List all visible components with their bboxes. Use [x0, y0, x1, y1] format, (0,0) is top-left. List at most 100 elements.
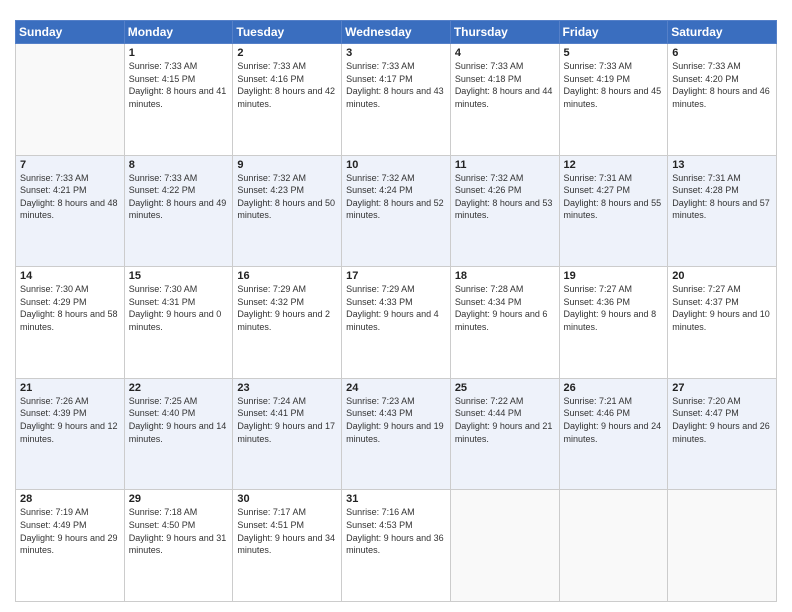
day-number: 21 — [20, 382, 120, 394]
sunrise-text: Sunrise: 7:31 AM — [564, 173, 633, 183]
page: SundayMondayTuesdayWednesdayThursdayFrid… — [0, 0, 792, 612]
sunrise-text: Sunrise: 7:33 AM — [564, 61, 633, 71]
day-info: Sunrise: 7:25 AM Sunset: 4:40 PM Dayligh… — [129, 395, 229, 445]
header — [15, 10, 777, 14]
sunrise-text: Sunrise: 7:28 AM — [455, 284, 524, 294]
sunrise-text: Sunrise: 7:31 AM — [672, 173, 741, 183]
calendar-cell: 22 Sunrise: 7:25 AM Sunset: 4:40 PM Dayl… — [124, 378, 233, 490]
calendar-cell: 5 Sunrise: 7:33 AM Sunset: 4:19 PM Dayli… — [559, 44, 668, 156]
sunset-text: Sunset: 4:24 PM — [346, 185, 413, 195]
day-info: Sunrise: 7:33 AM Sunset: 4:20 PM Dayligh… — [672, 60, 772, 110]
daylight-text: Daylight: 9 hours and 17 minutes. — [237, 421, 335, 444]
daylight-text: Daylight: 8 hours and 53 minutes. — [455, 198, 553, 221]
day-info: Sunrise: 7:17 AM Sunset: 4:51 PM Dayligh… — [237, 506, 337, 556]
calendar-cell: 28 Sunrise: 7:19 AM Sunset: 4:49 PM Dayl… — [16, 490, 125, 602]
day-info: Sunrise: 7:33 AM Sunset: 4:19 PM Dayligh… — [564, 60, 664, 110]
day-number: 3 — [346, 47, 446, 59]
daylight-text: Daylight: 8 hours and 48 minutes. — [20, 198, 118, 221]
col-header-friday: Friday — [559, 21, 668, 44]
sunrise-text: Sunrise: 7:27 AM — [672, 284, 741, 294]
day-number: 7 — [20, 159, 120, 171]
daylight-text: Daylight: 8 hours and 49 minutes. — [129, 198, 227, 221]
sunrise-text: Sunrise: 7:29 AM — [237, 284, 306, 294]
sunset-text: Sunset: 4:26 PM — [455, 185, 522, 195]
logo — [15, 10, 45, 14]
calendar-cell: 14 Sunrise: 7:30 AM Sunset: 4:29 PM Dayl… — [16, 267, 125, 379]
daylight-text: Daylight: 8 hours and 55 minutes. — [564, 198, 662, 221]
day-number: 28 — [20, 493, 120, 505]
day-number: 1 — [129, 47, 229, 59]
calendar-week-0: 1 Sunrise: 7:33 AM Sunset: 4:15 PM Dayli… — [16, 44, 777, 156]
daylight-text: Daylight: 9 hours and 0 minutes. — [129, 309, 222, 332]
sunrise-text: Sunrise: 7:24 AM — [237, 396, 306, 406]
calendar-cell: 30 Sunrise: 7:17 AM Sunset: 4:51 PM Dayl… — [233, 490, 342, 602]
day-info: Sunrise: 7:23 AM Sunset: 4:43 PM Dayligh… — [346, 395, 446, 445]
day-number: 29 — [129, 493, 229, 505]
day-info: Sunrise: 7:24 AM Sunset: 4:41 PM Dayligh… — [237, 395, 337, 445]
calendar-cell: 12 Sunrise: 7:31 AM Sunset: 4:27 PM Dayl… — [559, 155, 668, 267]
day-info: Sunrise: 7:32 AM Sunset: 4:24 PM Dayligh… — [346, 172, 446, 222]
daylight-text: Daylight: 9 hours and 21 minutes. — [455, 421, 553, 444]
daylight-text: Daylight: 8 hours and 43 minutes. — [346, 86, 444, 109]
day-info: Sunrise: 7:18 AM Sunset: 4:50 PM Dayligh… — [129, 506, 229, 556]
day-number: 17 — [346, 270, 446, 282]
day-info: Sunrise: 7:27 AM Sunset: 4:36 PM Dayligh… — [564, 283, 664, 333]
sunset-text: Sunset: 4:19 PM — [564, 74, 631, 84]
daylight-text: Daylight: 9 hours and 12 minutes. — [20, 421, 118, 444]
sunset-text: Sunset: 4:44 PM — [455, 408, 522, 418]
day-info: Sunrise: 7:28 AM Sunset: 4:34 PM Dayligh… — [455, 283, 555, 333]
day-info: Sunrise: 7:29 AM Sunset: 4:33 PM Dayligh… — [346, 283, 446, 333]
day-info: Sunrise: 7:33 AM Sunset: 4:16 PM Dayligh… — [237, 60, 337, 110]
sunrise-text: Sunrise: 7:33 AM — [20, 173, 89, 183]
sunset-text: Sunset: 4:47 PM — [672, 408, 739, 418]
calendar-cell: 19 Sunrise: 7:27 AM Sunset: 4:36 PM Dayl… — [559, 267, 668, 379]
sunset-text: Sunset: 4:32 PM — [237, 297, 304, 307]
sunset-text: Sunset: 4:46 PM — [564, 408, 631, 418]
calendar-cell: 6 Sunrise: 7:33 AM Sunset: 4:20 PM Dayli… — [668, 44, 777, 156]
logo-bird-icon — [17, 0, 45, 14]
calendar-cell: 17 Sunrise: 7:29 AM Sunset: 4:33 PM Dayl… — [342, 267, 451, 379]
sunset-text: Sunset: 4:16 PM — [237, 74, 304, 84]
day-number: 30 — [237, 493, 337, 505]
day-info: Sunrise: 7:21 AM Sunset: 4:46 PM Dayligh… — [564, 395, 664, 445]
sunset-text: Sunset: 4:20 PM — [672, 74, 739, 84]
calendar-cell: 7 Sunrise: 7:33 AM Sunset: 4:21 PM Dayli… — [16, 155, 125, 267]
calendar-cell: 4 Sunrise: 7:33 AM Sunset: 4:18 PM Dayli… — [450, 44, 559, 156]
col-header-thursday: Thursday — [450, 21, 559, 44]
calendar-cell: 25 Sunrise: 7:22 AM Sunset: 4:44 PM Dayl… — [450, 378, 559, 490]
sunrise-text: Sunrise: 7:33 AM — [129, 173, 198, 183]
sunrise-text: Sunrise: 7:33 AM — [672, 61, 741, 71]
daylight-text: Daylight: 8 hours and 57 minutes. — [672, 198, 770, 221]
calendar-week-1: 7 Sunrise: 7:33 AM Sunset: 4:21 PM Dayli… — [16, 155, 777, 267]
sunrise-text: Sunrise: 7:32 AM — [455, 173, 524, 183]
day-info: Sunrise: 7:32 AM Sunset: 4:26 PM Dayligh… — [455, 172, 555, 222]
day-info: Sunrise: 7:31 AM Sunset: 4:27 PM Dayligh… — [564, 172, 664, 222]
calendar-cell — [450, 490, 559, 602]
sunset-text: Sunset: 4:34 PM — [455, 297, 522, 307]
sunset-text: Sunset: 4:28 PM — [672, 185, 739, 195]
sunset-text: Sunset: 4:50 PM — [129, 520, 196, 530]
day-number: 5 — [564, 47, 664, 59]
day-number: 9 — [237, 159, 337, 171]
calendar-cell: 23 Sunrise: 7:24 AM Sunset: 4:41 PM Dayl… — [233, 378, 342, 490]
daylight-text: Daylight: 9 hours and 4 minutes. — [346, 309, 439, 332]
sunset-text: Sunset: 4:51 PM — [237, 520, 304, 530]
daylight-text: Daylight: 9 hours and 29 minutes. — [20, 533, 118, 556]
sunrise-text: Sunrise: 7:33 AM — [129, 61, 198, 71]
col-header-tuesday: Tuesday — [233, 21, 342, 44]
day-info: Sunrise: 7:26 AM Sunset: 4:39 PM Dayligh… — [20, 395, 120, 445]
day-number: 4 — [455, 47, 555, 59]
calendar-cell: 10 Sunrise: 7:32 AM Sunset: 4:24 PM Dayl… — [342, 155, 451, 267]
col-header-wednesday: Wednesday — [342, 21, 451, 44]
sunset-text: Sunset: 4:31 PM — [129, 297, 196, 307]
day-info: Sunrise: 7:33 AM Sunset: 4:15 PM Dayligh… — [129, 60, 229, 110]
day-info: Sunrise: 7:33 AM Sunset: 4:21 PM Dayligh… — [20, 172, 120, 222]
day-info: Sunrise: 7:30 AM Sunset: 4:31 PM Dayligh… — [129, 283, 229, 333]
daylight-text: Daylight: 9 hours and 34 minutes. — [237, 533, 335, 556]
day-number: 15 — [129, 270, 229, 282]
sunset-text: Sunset: 4:27 PM — [564, 185, 631, 195]
daylight-text: Daylight: 9 hours and 36 minutes. — [346, 533, 444, 556]
calendar-cell: 26 Sunrise: 7:21 AM Sunset: 4:46 PM Dayl… — [559, 378, 668, 490]
sunrise-text: Sunrise: 7:30 AM — [129, 284, 198, 294]
day-number: 31 — [346, 493, 446, 505]
